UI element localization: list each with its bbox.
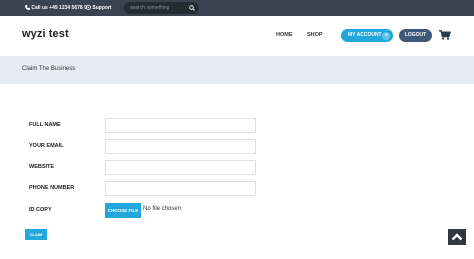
phone-text: Call us +49 1234 5678 9 (31, 5, 87, 11)
site-header: wyzi test HOME SHOP MY ACCOUNT LOGOUT 1 (0, 16, 474, 56)
phone-number-field[interactable] (105, 181, 256, 196)
phone-icon (24, 0, 30, 16)
website-label: WEBSITE (29, 164, 55, 170)
phone-number-label: PHONE NUMBER (29, 185, 75, 191)
my-account-label: MY ACCOUNT (348, 32, 382, 38)
nav-shop[interactable]: SHOP (307, 32, 323, 38)
id-copy-label: ID COPY (29, 207, 52, 213)
support-icon (85, 0, 91, 16)
phone-contact[interactable]: Call us +49 1234 5678 9 (24, 0, 87, 16)
top-bar: Call us +49 1234 5678 9 Support (0, 0, 474, 16)
my-account-button[interactable]: MY ACCOUNT (341, 29, 393, 42)
file-status: No file chosen (143, 206, 182, 212)
search-icon[interactable] (189, 5, 195, 11)
support-text: Support (92, 5, 112, 11)
nav-home[interactable]: HOME (276, 32, 293, 38)
chevron-down-icon (382, 31, 390, 40)
page-title: Claim The Business (22, 66, 76, 72)
full-name-field[interactable] (105, 118, 256, 133)
search-box (124, 2, 199, 14)
claim-button[interactable]: CLAIM (25, 229, 47, 240)
full-name-label: FULL NAME (29, 122, 61, 128)
scroll-to-top-button[interactable] (448, 229, 466, 245)
page-title-bar: Claim The Business (0, 56, 474, 84)
choose-file-button[interactable]: CHOOSE FILE (105, 203, 141, 218)
site-logo[interactable]: wyzi test (22, 28, 69, 40)
search-input[interactable] (130, 2, 186, 14)
logout-button[interactable]: LOGOUT (399, 29, 432, 42)
chevron-up-icon (451, 233, 463, 241)
cart-count: 1 (446, 33, 449, 39)
email-field[interactable] (105, 139, 256, 154)
support-link[interactable]: Support (85, 0, 112, 16)
website-field[interactable] (105, 160, 256, 175)
email-label: YOUR EMAIL (29, 143, 64, 149)
